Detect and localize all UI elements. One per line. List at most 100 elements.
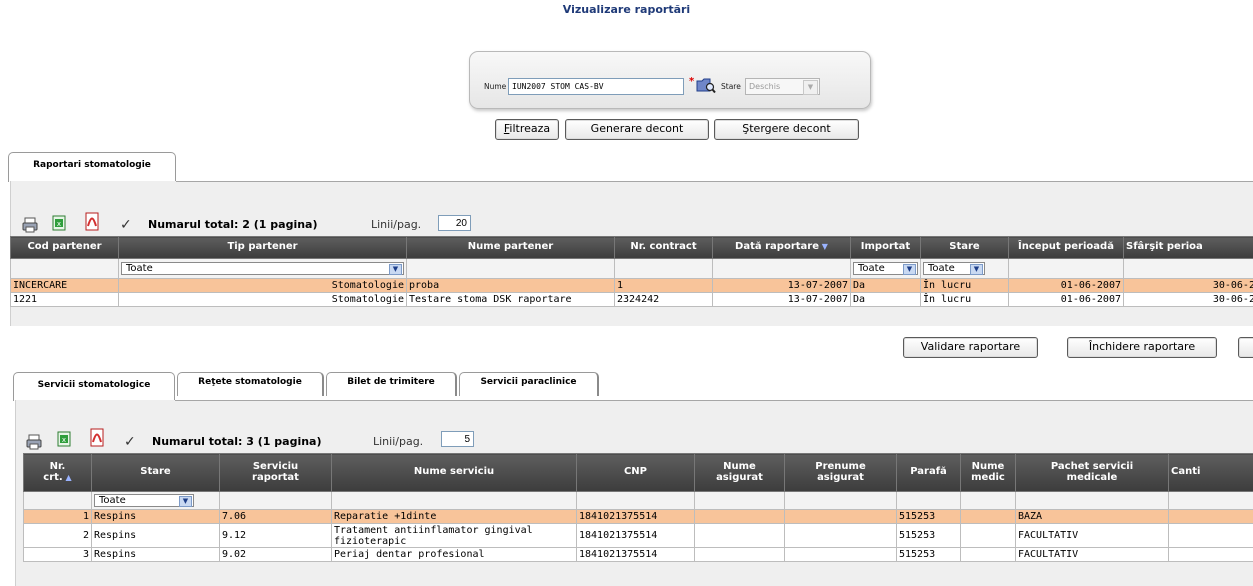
importat-filter[interactable]: Toate ▼ xyxy=(853,262,918,275)
stare-filter[interactable]: Toate ▼ xyxy=(923,262,985,275)
more-actions-button[interactable] xyxy=(1238,337,1253,358)
filter-cell xyxy=(576,491,695,510)
column-header[interactable]: Stare xyxy=(920,236,1009,259)
filter-cell xyxy=(694,491,785,510)
state-select[interactable]: Deschis ▼ xyxy=(745,78,820,95)
table-row[interactable]: 1221 Stomatologie Testare stoma DSK rapo… xyxy=(10,292,1253,307)
delete-statement-button[interactable]: Ştergere decont xyxy=(714,119,859,140)
column-header[interactable]: Nume medic xyxy=(960,453,1016,492)
sort-asc-icon: ▲ xyxy=(62,472,72,482)
table-row[interactable]: 3 Respins 9.02 Periaj dentar profesional… xyxy=(23,547,1253,562)
tab-bilet-trimitere[interactable]: Bilet de trimitere xyxy=(326,372,457,396)
chevron-down-icon: ▼ xyxy=(970,264,983,275)
filter-box: Nume * Stare Deschis ▼ xyxy=(469,51,871,109)
table-cell: 515253 xyxy=(896,509,961,524)
table-row[interactable]: INCERCARE Stomatologie proba 1 13-07-200… xyxy=(10,278,1253,293)
column-header[interactable]: CNP xyxy=(576,453,695,492)
column-header-sorted[interactable]: Dată raportare ▼ xyxy=(712,236,851,259)
table-cell: Respins xyxy=(91,523,220,548)
filter-cell xyxy=(784,491,897,510)
table-header: Nr. crt. ▲ Stare Serviciu raportat Nume se… xyxy=(23,453,1253,492)
column-header[interactable]: Tip partener xyxy=(118,236,407,259)
required-mark: * xyxy=(689,76,695,87)
generate-statement-button[interactable]: Generare decont xyxy=(565,119,709,140)
filter-cell xyxy=(10,258,119,279)
table-cell: 3 xyxy=(23,547,92,562)
table-cell: Stomatologie xyxy=(118,278,407,293)
pdf-export-icon[interactable] xyxy=(84,212,100,231)
table-cell: În lucru xyxy=(920,278,1009,293)
stare-filter[interactable]: Toate ▼ xyxy=(94,494,194,507)
folder-search-icon[interactable] xyxy=(696,76,716,94)
svg-text:x: x xyxy=(62,436,66,444)
tab-retete-stomatologie[interactable]: Reţete stomatologie xyxy=(177,372,324,396)
column-header[interactable]: Cod partener xyxy=(10,236,119,259)
pdf-export-icon[interactable] xyxy=(89,428,105,447)
table-cell xyxy=(694,523,785,548)
filter-button[interactable]: Filtreaza xyxy=(495,119,559,140)
column-header[interactable]: Nr. contract xyxy=(614,236,713,259)
print-icon[interactable] xyxy=(22,217,38,233)
chevron-down-icon: ▼ xyxy=(389,264,402,275)
column-header[interactable]: Parafă xyxy=(896,453,961,492)
table-cell xyxy=(960,509,1016,524)
column-header[interactable]: Nume serviciu xyxy=(331,453,577,492)
table-cell: 2 xyxy=(23,523,92,548)
filter-cell xyxy=(331,491,577,510)
table-cell: FACULTATIV xyxy=(1015,547,1169,562)
table-cell: 30-06-20 xyxy=(1123,292,1253,307)
table-row[interactable]: 2 Respins 9.12 Tratament antiinflamator … xyxy=(23,523,1253,548)
name-input[interactable] xyxy=(508,78,684,95)
tab-raportari-stomatologie[interactable]: Raportari stomatologie xyxy=(8,152,176,182)
table-cell: 01-06-2007 xyxy=(1008,278,1124,293)
filter-row: Toate ▼ xyxy=(23,491,1253,510)
tip-partener-filter[interactable]: Toate ▼ xyxy=(121,262,404,275)
table-cell: Respins xyxy=(91,509,220,524)
table-cell xyxy=(784,547,897,562)
table-cell xyxy=(784,509,897,524)
chevron-down-icon: ▼ xyxy=(179,496,192,507)
filter-cell xyxy=(614,258,713,279)
table-cell: Stomatologie xyxy=(118,292,407,307)
column-header[interactable]: Sfârşit perioa xyxy=(1123,236,1253,259)
table-cell: 1 xyxy=(614,278,713,293)
filter-cell: Toate ▼ xyxy=(850,258,921,279)
filter-cell xyxy=(1008,258,1124,279)
lines-per-page-input[interactable] xyxy=(438,215,471,231)
lines-per-page-input[interactable] xyxy=(441,431,474,447)
filter-cell xyxy=(712,258,851,279)
name-label: Nume xyxy=(484,82,507,91)
table-cell: 1841021375514 xyxy=(576,509,695,524)
column-header[interactable]: Canti xyxy=(1168,453,1253,492)
filter-cell xyxy=(23,491,92,510)
table-cell: 1841021375514 xyxy=(576,547,695,562)
column-header[interactable]: Serviciu raportat xyxy=(219,453,332,492)
column-header[interactable]: Prenume asigurat xyxy=(784,453,897,492)
table-cell: 1221 xyxy=(10,292,119,307)
column-header[interactable]: Importat xyxy=(850,236,921,259)
chevron-down-icon: ▼ xyxy=(803,80,818,95)
table-cell: 01-06-2007 xyxy=(1008,292,1124,307)
excel-export-icon[interactable]: x xyxy=(51,215,67,231)
sort-desc-icon: ▼ xyxy=(819,242,828,252)
column-header-sorted[interactable]: Nr. crt. ▲ xyxy=(23,453,92,492)
column-header[interactable]: Început perioadă xyxy=(1008,236,1124,259)
tab-servicii-stomatologice[interactable]: Servicii stomatologice xyxy=(13,372,175,401)
table-cell xyxy=(694,547,785,562)
filter-cell xyxy=(1168,491,1253,510)
column-header[interactable]: Stare xyxy=(91,453,220,492)
state-label: Stare xyxy=(721,82,741,91)
table-row[interactable]: 1 Respins 7.06 Reparatie +1dinte 1841021… xyxy=(23,509,1253,524)
column-header[interactable]: Pachet servicii medicale xyxy=(1015,453,1169,492)
filter-cell: Toate ▼ xyxy=(118,258,407,279)
table-cell: În lucru xyxy=(920,292,1009,307)
column-header[interactable]: Nume partener xyxy=(406,236,615,259)
column-header[interactable]: Nume asigurat xyxy=(694,453,785,492)
tab-servicii-paraclinice[interactable]: Servicii paraclinice xyxy=(459,372,599,396)
validate-report-button[interactable]: Validare raportare xyxy=(903,337,1038,358)
print-icon[interactable] xyxy=(26,434,42,450)
excel-export-icon[interactable]: x xyxy=(56,431,72,447)
checkmark-icon: ✓ xyxy=(124,434,136,450)
close-report-button[interactable]: Închidere raportare xyxy=(1067,337,1217,358)
table-cell: 515253 xyxy=(896,523,961,548)
